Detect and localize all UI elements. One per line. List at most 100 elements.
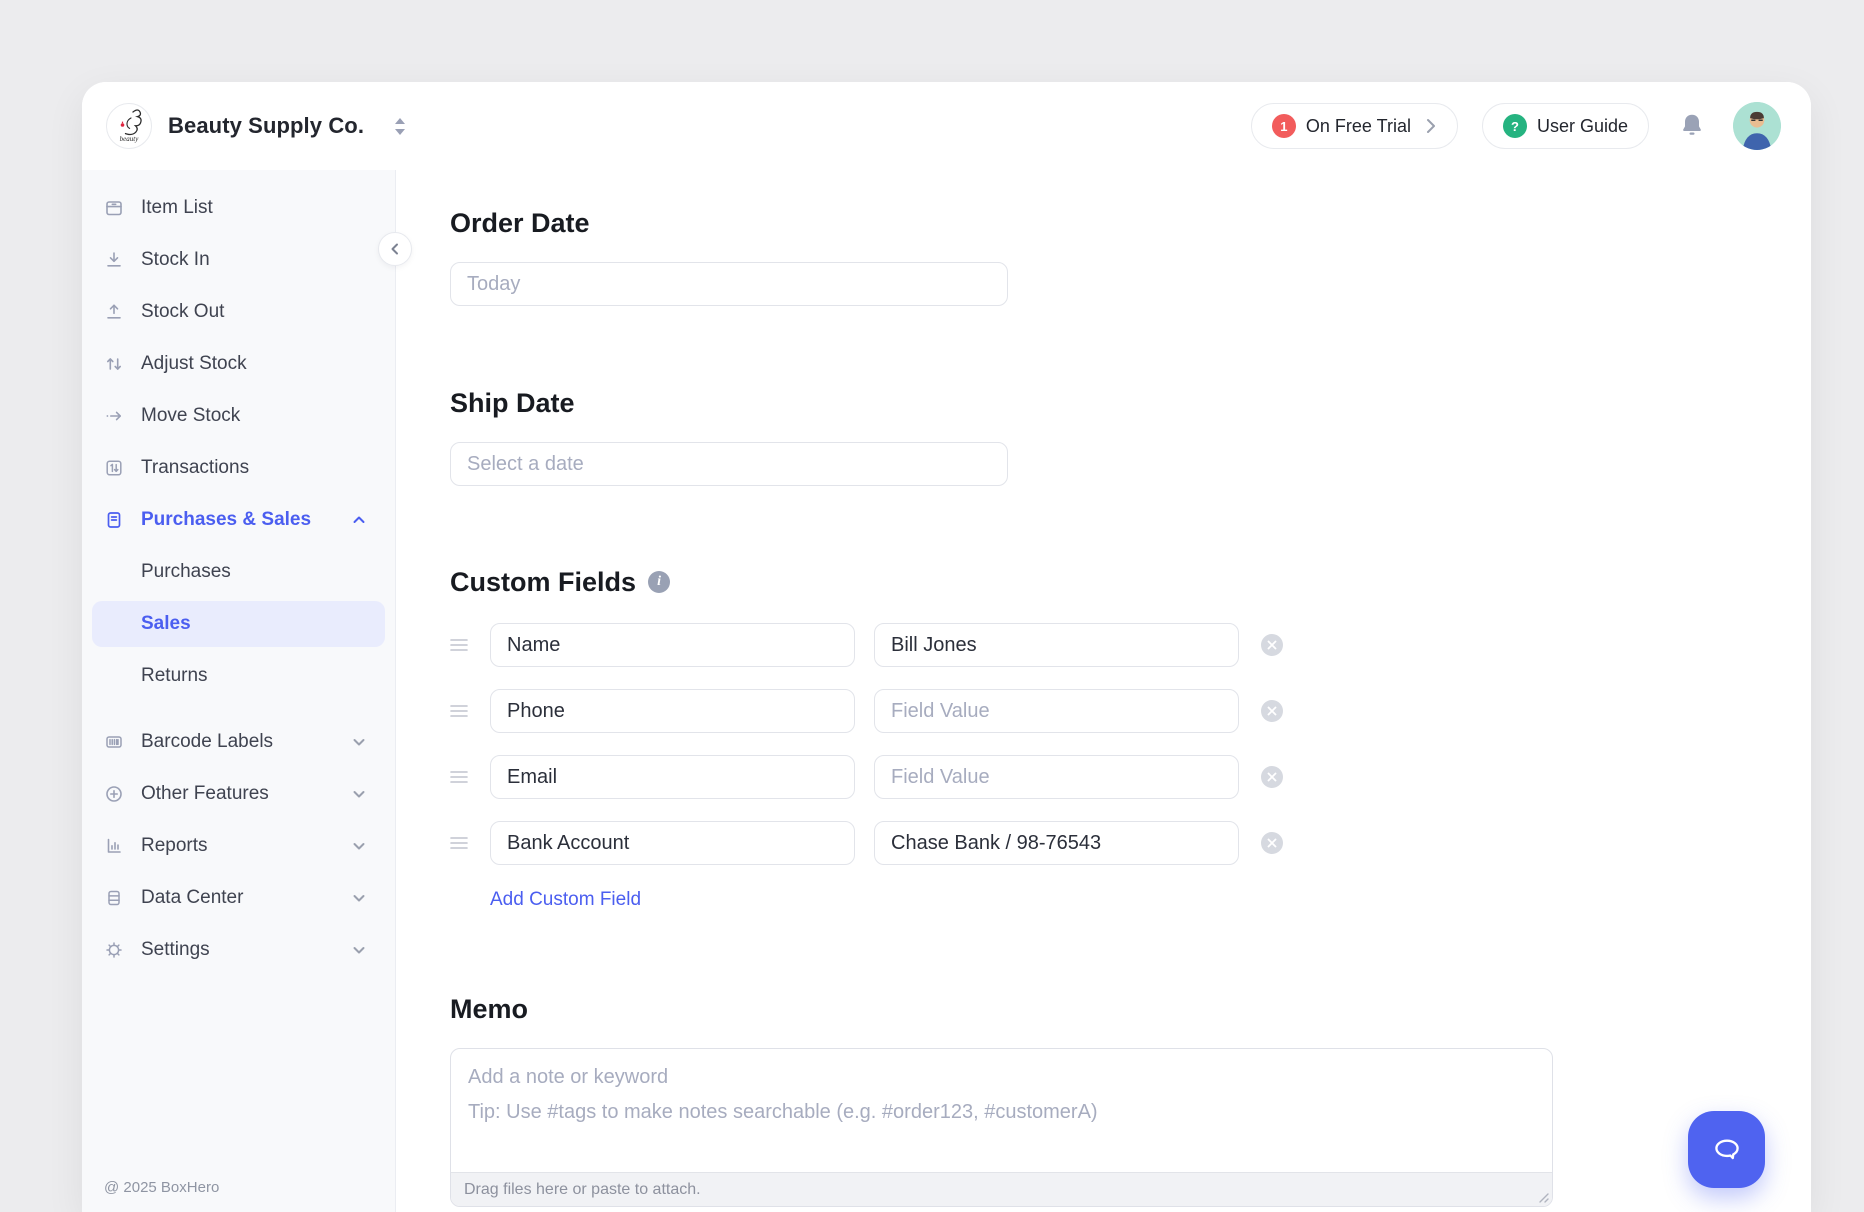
trial-label: On Free Trial [1306,116,1411,137]
sidebar-nav: Item List Stock In Stock Out [82,170,395,976]
sidebar-item-stock-in[interactable]: Stock In [82,234,395,286]
barcode-icon [103,731,125,753]
chevron-down-icon [351,890,367,906]
chevron-left-icon [388,242,402,256]
field-name-input[interactable] [490,755,855,799]
purchases-sales-icon [103,509,125,531]
adjust-stock-icon [103,353,125,375]
custom-fields-title: Custom Fields [450,565,636,599]
chat-launcher-button[interactable] [1688,1111,1765,1188]
trial-badge-icon: 1 [1272,114,1296,138]
remove-field-button[interactable] [1261,634,1283,656]
field-value-input[interactable] [874,623,1239,667]
remove-field-button[interactable] [1261,766,1283,788]
close-icon [1267,838,1277,848]
custom-field-row [450,623,1283,667]
user-guide-label: User Guide [1537,116,1628,137]
sidebar-item-label: Purchases [141,561,231,583]
sidebar-item-settings[interactable]: Settings [82,924,395,976]
sidebar-item-label: Transactions [141,457,249,479]
attach-hint-text: Drag files here or paste to attach. [464,1181,701,1199]
ship-date-section: Ship Date [450,386,1008,486]
drag-handle-icon[interactable] [450,770,472,784]
ship-date-title: Ship Date [450,386,1008,420]
nav-divider-gap [82,702,395,716]
field-name-input[interactable] [490,821,855,865]
sidebar-item-purchases[interactable]: Purchases [82,546,395,598]
drag-handle-icon[interactable] [450,836,472,850]
order-date-title: Order Date [450,206,1008,240]
info-icon[interactable]: i [648,571,670,593]
custom-fields-rows [450,623,1283,865]
chevron-down-icon [351,734,367,750]
remove-field-button[interactable] [1261,700,1283,722]
ship-date-input[interactable] [450,442,1008,486]
sidebar-collapse-button[interactable] [378,232,412,266]
beauty-logo-icon: beauty [106,103,152,149]
memo-title: Memo [450,992,1553,1026]
sidebar-item-label: Item List [141,197,213,219]
sidebar-item-sales[interactable]: Sales [92,601,385,647]
sidebar-item-purchases-sales[interactable]: Purchases & Sales [82,494,395,546]
close-icon [1267,640,1277,650]
sidebar-item-data-center[interactable]: Data Center [82,872,395,924]
drag-handle-icon[interactable] [450,704,472,718]
question-icon: ? [1503,114,1527,138]
order-date-input[interactable] [450,262,1008,306]
sidebar-item-returns[interactable]: Returns [82,650,395,702]
top-header: beauty Beauty Supply Co. 1 On Free Trial… [82,82,1811,170]
transactions-icon [103,457,125,479]
plus-circle-icon [103,783,125,805]
close-icon [1267,706,1277,716]
move-stock-icon [103,405,125,427]
memo-placeholder-line1: Add a note or keyword [468,1066,1535,1089]
memo-attach-dropzone[interactable]: Drag files here or paste to attach. [451,1172,1552,1206]
svg-text:beauty: beauty [120,135,140,143]
sidebar-item-label: Returns [141,665,208,687]
chevron-down-icon [351,942,367,958]
sidebar-item-label: Purchases & Sales [141,509,311,531]
sidebar-item-item-list[interactable]: Item List [82,182,395,234]
add-custom-field-link[interactable]: Add Custom Field [490,889,641,911]
memo-textarea[interactable]: Add a note or keyword Tip: Use #tags to … [450,1048,1553,1207]
order-date-section: Order Date [450,206,1008,306]
database-icon [103,887,125,909]
sidebar-item-stock-out[interactable]: Stock Out [82,286,395,338]
company-name: Beauty Supply Co. [168,113,364,139]
chevron-down-icon [351,786,367,802]
sidebar-item-label: Reports [141,835,208,857]
custom-field-row [450,689,1283,733]
field-value-input[interactable] [874,755,1239,799]
sort-arrows-icon [394,118,406,135]
drag-handle-icon[interactable] [450,638,472,652]
sidebar-item-label: Adjust Stock [141,353,247,375]
field-name-input[interactable] [490,623,855,667]
field-name-input[interactable] [490,689,855,733]
sidebar-item-label: Sales [141,613,191,635]
chat-bubble-icon [1709,1132,1745,1168]
user-guide-button[interactable]: ? User Guide [1482,103,1649,149]
sidebar-item-transactions[interactable]: Transactions [82,442,395,494]
memo-placeholder-line2: Tip: Use #tags to make notes searchable … [468,1101,1535,1124]
chevron-up-icon [351,512,367,528]
notifications-button[interactable] [1677,111,1707,141]
remove-field-button[interactable] [1261,832,1283,854]
close-icon [1267,772,1277,782]
stock-in-icon [103,249,125,271]
sidebar-item-reports[interactable]: Reports [82,820,395,872]
field-value-input[interactable] [874,821,1239,865]
resize-handle-icon[interactable] [1537,1191,1549,1203]
sidebar: Item List Stock In Stock Out [82,170,396,1212]
field-value-input[interactable] [874,689,1239,733]
sidebar-item-label: Settings [141,939,210,961]
sidebar-item-barcode-labels[interactable]: Barcode Labels [82,716,395,768]
sidebar-item-other-features[interactable]: Other Features [82,768,395,820]
bell-icon [1677,111,1707,141]
avatar[interactable] [1733,102,1781,150]
gear-icon [103,939,125,961]
sidebar-item-adjust-stock[interactable]: Adjust Stock [82,338,395,390]
company-switcher[interactable]: beauty Beauty Supply Co. [106,103,406,149]
reports-icon [103,835,125,857]
sidebar-item-move-stock[interactable]: Move Stock [82,390,395,442]
free-trial-button[interactable]: 1 On Free Trial [1251,103,1458,149]
